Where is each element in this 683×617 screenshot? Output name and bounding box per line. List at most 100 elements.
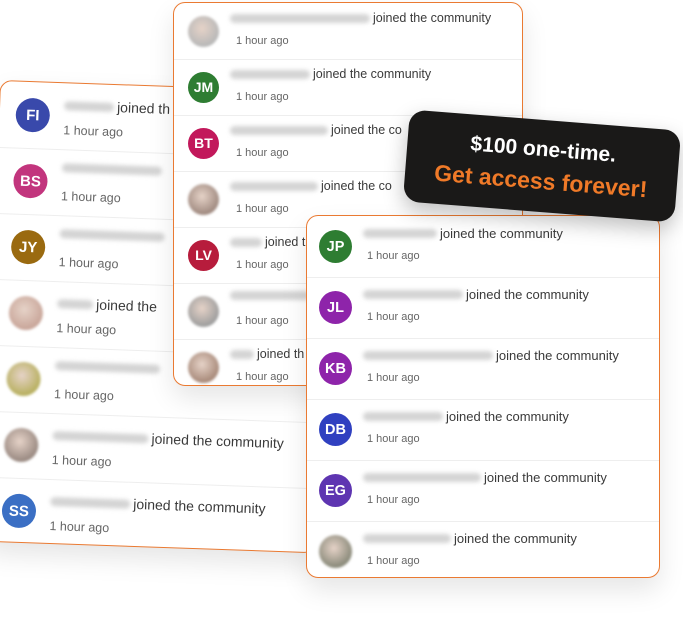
avatar[interactable]: [5, 361, 42, 397]
member-name[interactable]: [52, 430, 149, 443]
avatar[interactable]: [3, 427, 39, 463]
activity-text: joined the community: [363, 348, 619, 363]
avatar[interactable]: [188, 295, 219, 327]
timestamp: 1 hour ago: [236, 35, 289, 47]
timestamp: 1 hour ago: [367, 311, 420, 323]
activity-text: joined the community: [363, 531, 577, 546]
avatar[interactable]: [188, 351, 219, 383]
activity-item: DB joined the community 1 hour ago: [307, 399, 659, 461]
activity-text: joined the community: [230, 67, 431, 81]
activity-text: joined the community: [363, 287, 589, 302]
avatar[interactable]: EG: [319, 474, 352, 507]
timestamp: 1 hour ago: [58, 255, 119, 272]
activity-action: joined the community: [133, 495, 266, 517]
timestamp: 1 hour ago: [236, 147, 289, 159]
avatar[interactable]: DB: [319, 413, 352, 446]
avatar[interactable]: JP: [319, 230, 352, 263]
member-name[interactable]: [363, 290, 463, 299]
activity-card-right: JP joined the community 1 hour ago JL joined…: [306, 215, 660, 578]
member-name[interactable]: [363, 412, 443, 421]
activity-text: joined the: [57, 295, 158, 315]
activity-action: joined the community: [151, 430, 285, 452]
activity-item: KB joined the community 1 hour ago: [307, 338, 659, 400]
avatar[interactable]: JY: [10, 229, 46, 265]
avatar[interactable]: [188, 183, 219, 215]
member-name[interactable]: [57, 298, 94, 309]
timestamp: 1 hour ago: [367, 433, 420, 445]
activity-action: joined the community: [454, 531, 577, 546]
timestamp: 1 hour ago: [49, 519, 110, 536]
timestamp: 1 hour ago: [236, 315, 289, 327]
activity-text: joined the community: [50, 493, 266, 517]
timestamp: 1 hour ago: [236, 203, 289, 215]
activity-text: joined the community: [230, 11, 491, 25]
activity-action: joined the community: [440, 226, 563, 241]
activity-text: [61, 163, 165, 176]
timestamp: 1 hour ago: [236, 371, 289, 383]
member-name[interactable]: [363, 229, 437, 238]
member-name[interactable]: [230, 291, 310, 300]
timestamp: 1 hour ago: [367, 555, 420, 567]
activity-text: joined t: [230, 235, 305, 249]
member-name[interactable]: [363, 473, 481, 482]
member-name[interactable]: [230, 69, 310, 79]
avatar[interactable]: LV: [188, 239, 219, 271]
activity-action: joined th: [257, 347, 305, 361]
activity-text: joined the community: [363, 409, 569, 424]
activity-text: [230, 291, 313, 300]
activity-action: joined the co: [321, 179, 392, 193]
activity-text: joined th: [230, 347, 304, 361]
avatar[interactable]: FI: [15, 97, 51, 133]
avatar[interactable]: JL: [319, 291, 352, 324]
activity-action: joined the co: [331, 123, 402, 137]
member-name[interactable]: [59, 229, 165, 242]
member-name[interactable]: [230, 349, 254, 359]
avatar[interactable]: [8, 295, 44, 331]
avatar[interactable]: BS: [12, 163, 49, 199]
activity-text: joined the co: [230, 179, 392, 193]
avatar[interactable]: KB: [319, 352, 352, 385]
member-name[interactable]: [363, 351, 493, 360]
activity-text: joined the community: [363, 470, 607, 485]
activity-action: joined the community: [373, 11, 492, 25]
timestamp: 1 hour ago: [367, 372, 420, 384]
member-name[interactable]: [363, 534, 451, 543]
avatar[interactable]: SS: [1, 493, 37, 529]
timestamp: 1 hour ago: [56, 321, 117, 338]
timestamp: 1 hour ago: [367, 494, 420, 506]
activity-action: joined the community: [484, 470, 607, 485]
activity-text: [59, 229, 168, 242]
activity-text: [54, 361, 163, 374]
avatar[interactable]: JM: [188, 71, 219, 103]
activity-action: joined the community: [446, 409, 569, 424]
member-name[interactable]: [230, 13, 370, 23]
activity-item: joined the community 1 hour ago: [174, 3, 522, 60]
member-name[interactable]: [50, 496, 131, 509]
activity-item: joined the community 1 hour ago: [307, 521, 659, 577]
timestamp: 1 hour ago: [367, 250, 420, 262]
activity-action: joined the: [95, 296, 158, 315]
timestamp: 1 hour ago: [236, 259, 289, 271]
activity-item: joined the community 1 hour ago: [0, 410, 320, 490]
member-name[interactable]: [230, 125, 328, 135]
timestamp: 1 hour ago: [63, 123, 124, 140]
timestamp: 1 hour ago: [60, 189, 121, 206]
avatar[interactable]: [188, 15, 219, 47]
activity-item: JP joined the community 1 hour ago: [307, 216, 659, 278]
timestamp: 1 hour ago: [51, 453, 112, 470]
activity-text: joined the community: [363, 226, 563, 241]
member-name[interactable]: [61, 163, 163, 176]
activity-action: joined th: [116, 99, 171, 117]
member-name[interactable]: [230, 237, 262, 247]
activity-text: joined the community: [52, 427, 284, 451]
activity-item: JM joined the community 1 hour ago: [174, 59, 522, 116]
activity-text: joined th: [64, 97, 170, 117]
activity-action: joined the community: [313, 67, 432, 81]
activity-action: joined t: [265, 235, 306, 249]
avatar[interactable]: BT: [188, 127, 219, 159]
member-name[interactable]: [230, 181, 318, 191]
avatar[interactable]: [319, 535, 352, 568]
member-name[interactable]: [54, 361, 161, 374]
member-name[interactable]: [64, 100, 115, 112]
activity-item: JL joined the community 1 hour ago: [307, 277, 659, 339]
